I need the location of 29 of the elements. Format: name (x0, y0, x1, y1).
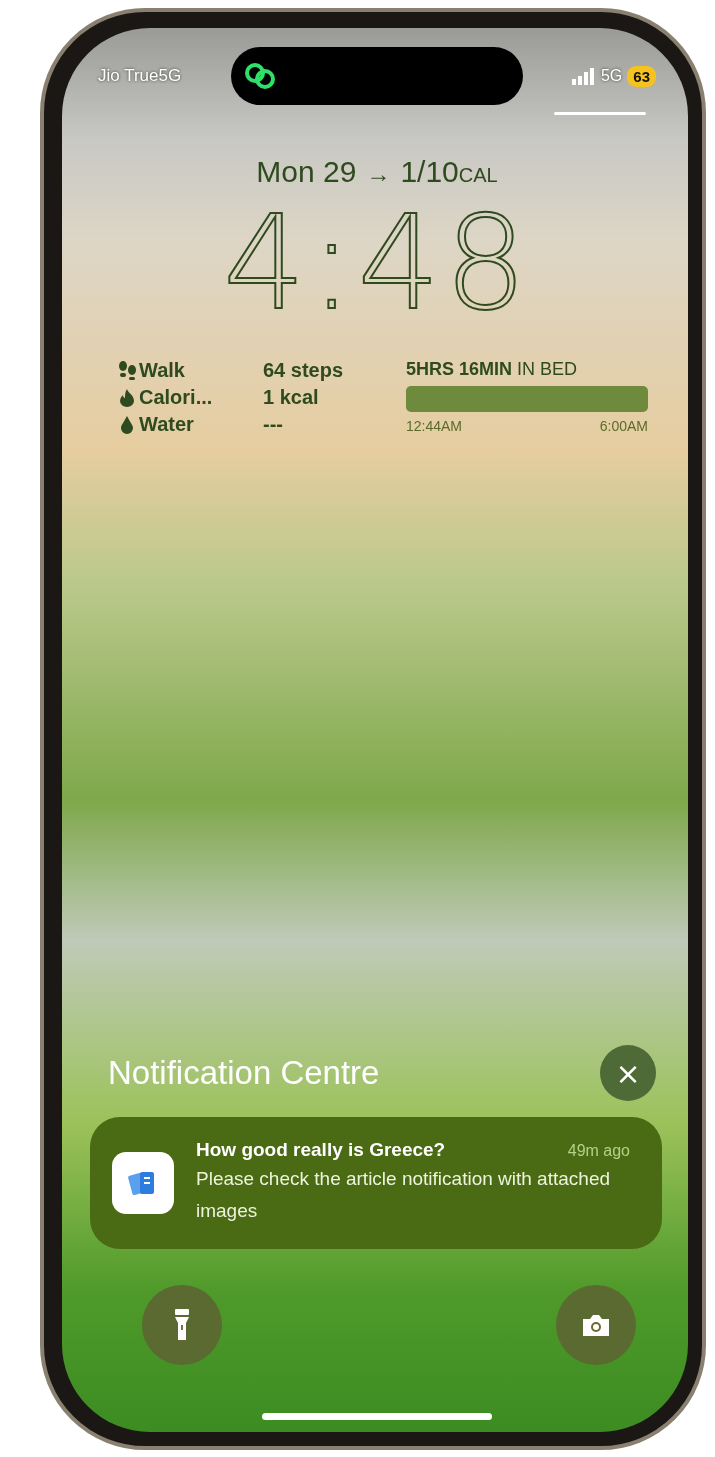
flame-icon (118, 387, 136, 408)
notification-title: How good really is Greece? (196, 1139, 446, 1161)
metric-label: Walk (139, 359, 185, 382)
notification-card[interactable]: How good really is Greece? 49m ago Please check the article notification with attached images (90, 1117, 662, 1249)
linked-rings-icon (242, 61, 277, 91)
date-text: Mon 29 (256, 155, 357, 189)
battery-indicator: 63 (627, 65, 656, 87)
notification-time: 49m ago (567, 1142, 630, 1160)
metric-value: 1 kcal (263, 386, 319, 409)
carrier-name: Jio True5G (98, 66, 182, 86)
metric-value: --- (263, 413, 283, 436)
metric-label: Calori... (139, 386, 213, 409)
footprints-icon (118, 360, 136, 381)
clock-time: 4:48 (222, 193, 532, 333)
calendar-event: 1/10CAL (400, 155, 498, 189)
sleep-duration: 5HRS 16MIN IN BED (406, 359, 579, 380)
sleep-end-time: 6:00AM (599, 418, 648, 434)
notification-centre-title: Notification Centre (108, 1054, 380, 1092)
metric-label: Water (139, 413, 194, 436)
notification-body: Please check the article notification with attached images (196, 1167, 611, 1223)
metric-value: 64 steps (263, 359, 344, 382)
sleep-start-time: 12:44AM (406, 418, 463, 434)
camera-icon (581, 1313, 611, 1337)
droplet-icon (118, 414, 136, 435)
flashlight-icon (174, 1309, 190, 1341)
arrow-glyph: → (366, 160, 391, 188)
close-button[interactable]: × (600, 1045, 656, 1101)
signal-icon (571, 67, 596, 85)
network-label: 5G (600, 67, 623, 85)
